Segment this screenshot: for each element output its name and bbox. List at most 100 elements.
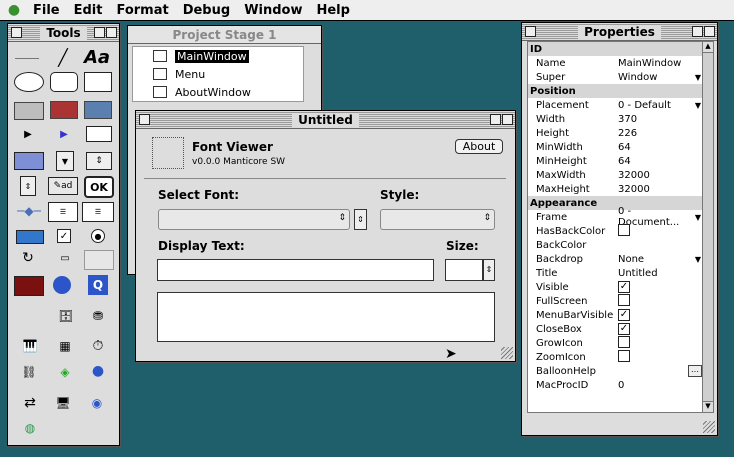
- menu-file[interactable]: File: [26, 3, 67, 18]
- disclosure-triangle-tool-icon[interactable]: ▶: [20, 126, 36, 142]
- property-checkbox[interactable]: ✓: [618, 309, 704, 321]
- line-tool-icon[interactable]: [12, 50, 42, 66]
- menu-window[interactable]: Window: [237, 3, 309, 18]
- scroll-down-arrow-icon[interactable]: ▼: [703, 401, 713, 412]
- property-value[interactable]: MainWindow: [618, 58, 704, 69]
- round-rect-tool-icon[interactable]: [50, 72, 78, 92]
- zoom-box-icon[interactable]: [490, 114, 501, 125]
- property-value[interactable]: 0: [618, 380, 704, 391]
- select-font-popup[interactable]: ⇕: [158, 209, 350, 230]
- radio-button-tool-icon[interactable]: ●: [91, 229, 105, 243]
- unchecked-box-icon[interactable]: [618, 349, 630, 362]
- property-row[interactable]: HasBackColor: [528, 223, 704, 239]
- property-row[interactable]: MacProcID 0: [528, 378, 704, 392]
- size-stepper[interactable]: ⇕: [483, 259, 495, 281]
- font-stepper[interactable]: ⇕: [354, 209, 367, 230]
- database-query-tool-icon[interactable]: 🗄: [52, 306, 80, 326]
- property-row[interactable]: MinWidth 64: [528, 140, 704, 154]
- property-row[interactable]: Placement 0 - Default ▼: [528, 98, 704, 112]
- properties-scrollbar[interactable]: ▲ ▼: [702, 41, 714, 413]
- collapse-box-icon[interactable]: [502, 114, 513, 125]
- picture-tool-icon[interactable]: [50, 101, 78, 119]
- property-row[interactable]: MenuBarVisible ✓: [528, 308, 704, 322]
- property-row[interactable]: ZoomIcon: [528, 349, 704, 364]
- spritesurface-tool-icon[interactable]: 🎹: [16, 336, 44, 356]
- disclosure-triangle-alt-tool-icon[interactable]: ▶: [56, 126, 72, 142]
- size-field[interactable]: [445, 259, 483, 281]
- image-well-tool-icon[interactable]: [84, 101, 112, 119]
- untitled-title-bar[interactable]: Untitled: [136, 111, 515, 129]
- menu-help[interactable]: Help: [309, 3, 356, 18]
- pad-tool-icon[interactable]: ✎ad: [48, 177, 78, 195]
- display-text-field[interactable]: [157, 259, 434, 281]
- property-row[interactable]: MinHeight 64: [528, 154, 704, 168]
- property-checkbox[interactable]: [618, 223, 704, 239]
- transfer-arrows-tool-icon[interactable]: ⇄: [20, 394, 40, 412]
- progress-bar-tool-icon[interactable]: [16, 230, 44, 244]
- scroll-up-arrow-icon[interactable]: ▲: [703, 42, 713, 53]
- property-row[interactable]: BackColor: [528, 238, 704, 252]
- property-row[interactable]: CloseBox ✓: [528, 322, 704, 336]
- rectangle-tool-icon[interactable]: [84, 72, 112, 92]
- unchecked-box-icon[interactable]: [618, 335, 630, 348]
- serial-tool-icon[interactable]: ▦: [56, 336, 74, 356]
- close-box-icon[interactable]: [139, 114, 150, 125]
- unchecked-box-icon[interactable]: [618, 293, 630, 306]
- property-row[interactable]: Width 370: [528, 112, 704, 126]
- collapse-box-icon[interactable]: [704, 26, 715, 37]
- property-value[interactable]: Window: [618, 72, 692, 83]
- about-button[interactable]: About: [455, 139, 503, 154]
- web-tool-icon[interactable]: ◉: [88, 394, 106, 412]
- property-row[interactable]: Title Untitled: [528, 266, 704, 280]
- project-item-mainwindow[interactable]: MainWindow: [133, 47, 303, 65]
- property-value[interactable]: 64: [618, 142, 704, 153]
- property-value[interactable]: Untitled: [618, 268, 704, 279]
- network-tool-icon[interactable]: ●: [86, 360, 110, 382]
- property-row[interactable]: Height 226: [528, 126, 704, 140]
- rocket-tool-icon[interactable]: [14, 276, 44, 296]
- bevel-button-tool-icon[interactable]: [14, 152, 44, 170]
- separator-tool-icon[interactable]: ▭: [52, 250, 78, 266]
- popup-menu-tool-icon[interactable]: ▼: [56, 151, 74, 171]
- menu-debug[interactable]: Debug: [176, 3, 237, 18]
- property-value[interactable]: 0 - Default: [618, 100, 692, 111]
- property-row[interactable]: Visible ✓: [528, 280, 704, 294]
- grow-box-icon[interactable]: [501, 347, 513, 359]
- property-value[interactable]: 226: [618, 128, 704, 139]
- zoom-box-icon[interactable]: [692, 26, 703, 37]
- property-value[interactable]: 32000: [618, 170, 704, 181]
- socket-tool-icon[interactable]: ⛓: [14, 362, 44, 382]
- diagonal-line-tool-icon[interactable]: ╱: [48, 46, 78, 68]
- collapse-box-icon[interactable]: [106, 27, 117, 38]
- ellipsis-button[interactable]: …: [688, 365, 702, 377]
- group-box-tool-icon[interactable]: [84, 250, 114, 270]
- checked-box-icon[interactable]: ✓: [618, 309, 630, 321]
- property-row[interactable]: GrowIcon: [528, 335, 704, 350]
- globe-tool-icon[interactable]: [53, 276, 71, 294]
- appleevent-tool-icon[interactable]: ◈: [52, 362, 78, 382]
- unchecked-box-icon[interactable]: [618, 223, 630, 236]
- checked-box-icon[interactable]: ✓: [618, 323, 630, 335]
- timer-tool-icon[interactable]: ↻: [20, 250, 36, 266]
- property-row[interactable]: FullScreen: [528, 293, 704, 308]
- property-row[interactable]: BalloonHelp…: [528, 364, 704, 378]
- zoom-box-icon[interactable]: [94, 27, 105, 38]
- static-text-tool-icon[interactable]: Aa: [82, 46, 112, 68]
- grow-box-icon[interactable]: [703, 421, 715, 433]
- project-item-aboutwindow[interactable]: AboutWindow: [133, 83, 303, 101]
- oval-tool-icon[interactable]: [14, 72, 44, 92]
- property-row[interactable]: Name MainWindow: [528, 56, 704, 70]
- placard-tool-icon[interactable]: [14, 102, 44, 120]
- property-value[interactable]: 370: [618, 114, 704, 125]
- chasing-arrows-tool-icon[interactable]: ⇕: [20, 176, 36, 196]
- ok-button-tool-icon[interactable]: OK: [84, 176, 114, 198]
- checked-box-icon[interactable]: ✓: [618, 281, 630, 293]
- close-box-icon[interactable]: [525, 26, 536, 37]
- properties-title-bar[interactable]: Properties: [522, 23, 717, 41]
- project-title-bar[interactable]: Project Stage 1: [128, 26, 321, 44]
- property-value[interactable]: None: [618, 254, 692, 265]
- property-value[interactable]: [618, 239, 704, 251]
- close-box-icon[interactable]: [11, 27, 22, 38]
- edit-field-tool-icon[interactable]: [86, 126, 112, 142]
- property-value[interactable]: 64: [618, 156, 704, 167]
